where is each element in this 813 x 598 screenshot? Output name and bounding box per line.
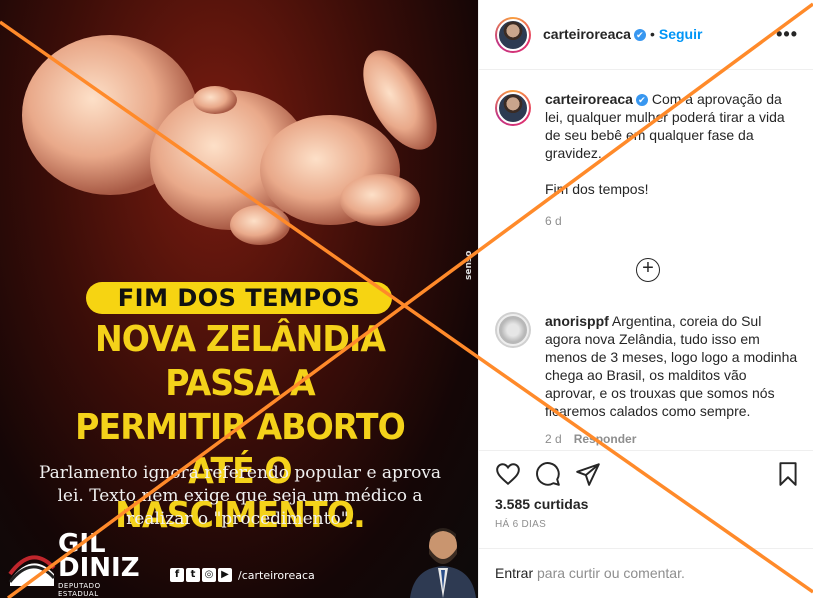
- post-header: carteiroreaca ✔ • Seguir •••: [479, 0, 813, 70]
- presenter-photo: [410, 528, 476, 598]
- comment-item: anorisppf Argentina, coreia do Sul agora…: [495, 312, 798, 450]
- avatar-photo: [497, 314, 529, 346]
- likes-count[interactable]: 3.585 curtidas: [495, 496, 588, 512]
- comment-meta: 2 d Responder: [545, 430, 800, 448]
- caption-body: carteiroreaca ✔ Com a aprovação da lei, q…: [545, 90, 800, 230]
- post-timestamp[interactable]: HÁ 6 DIAS: [495, 519, 546, 530]
- caption-avatar[interactable]: [495, 90, 531, 126]
- comment-body: anorisppf Argentina, coreia do Sul agora…: [545, 312, 800, 448]
- post-subtitle: Parlamento ignora referendo popular e ap…: [38, 463, 442, 529]
- post-actions: 3.585 curtidas HÁ 6 DIAS: [479, 450, 813, 548]
- logo-subtitle: DEPUTADO ESTADUAL: [58, 582, 101, 598]
- verified-badge-icon: ✔: [633, 28, 646, 41]
- share-paper-plane-icon[interactable]: [575, 461, 601, 487]
- caption-text-2: Fim dos tempos!: [545, 181, 649, 197]
- separator-dot: •: [649, 26, 655, 42]
- caption: carteiroreaca ✔ Com a aprovação da lei, q…: [495, 90, 798, 250]
- comment-bubble-icon[interactable]: [535, 461, 561, 487]
- login-prompt: Entrar para curtir ou comentar.: [495, 565, 685, 581]
- like-heart-icon[interactable]: [495, 461, 521, 487]
- side-watermark: senso: [464, 250, 474, 280]
- caption-username[interactable]: carteiroreaca: [545, 91, 633, 107]
- add-comment-bar: Entrar para curtir ou comentar.: [479, 548, 813, 598]
- reply-button[interactable]: Responder: [574, 432, 637, 446]
- author-username[interactable]: carteiroreaca: [543, 26, 631, 42]
- logo-name: GIL DINIZ: [58, 531, 140, 583]
- comments-section[interactable]: carteiroreaca ✔ Com a aprovação da lei, q…: [479, 70, 813, 450]
- load-more-comments-icon[interactable]: +: [636, 258, 660, 282]
- state-flag-icon: [8, 555, 56, 586]
- save-bookmark-icon[interactable]: [775, 461, 801, 487]
- author-avatar[interactable]: [495, 17, 531, 53]
- verified-badge-icon: ✔: [635, 94, 648, 107]
- brand-logo: GIL DINIZ DEPUTADO ESTADUAL: [6, 530, 140, 598]
- logo-name-line: DINIZ: [58, 553, 140, 583]
- more-options-icon[interactable]: •••: [776, 24, 798, 45]
- post-image[interactable]: FIM DOS TEMPOS NOVA ZELÂNDIA PASSA A PER…: [0, 0, 478, 598]
- commenter-username[interactable]: anorisppf: [545, 313, 609, 329]
- login-link[interactable]: Entrar: [495, 565, 533, 581]
- caption-time[interactable]: 6 d: [545, 212, 800, 230]
- comment-time[interactable]: 2 d: [545, 432, 562, 446]
- post-details-panel: carteiroreaca ✔ • Seguir ••• carteiroreaca ✔…: [478, 0, 813, 598]
- commenter-avatar[interactable]: [495, 312, 531, 348]
- twitter-icon: t: [186, 568, 200, 582]
- login-prompt-text: para curtir ou comentar.: [533, 565, 685, 581]
- header-author-line: carteiroreaca ✔ • Seguir: [543, 26, 702, 44]
- follow-button[interactable]: Seguir: [659, 26, 703, 42]
- facebook-icon: f: [170, 568, 184, 582]
- avatar-photo: [497, 92, 529, 124]
- avatar-photo: [497, 19, 529, 51]
- instagram-icon: ◎: [202, 568, 216, 582]
- social-links: f t ◎ ▶ /carteiroreaca: [170, 568, 315, 582]
- youtube-icon: ▶: [218, 568, 232, 582]
- headline-line: NOVA ZELÂNDIA PASSA A: [94, 319, 386, 404]
- fetus-illustration: [22, 35, 437, 245]
- headline-label-pill: FIM DOS TEMPOS: [86, 282, 392, 314]
- social-handle: /carteiroreaca: [238, 568, 315, 582]
